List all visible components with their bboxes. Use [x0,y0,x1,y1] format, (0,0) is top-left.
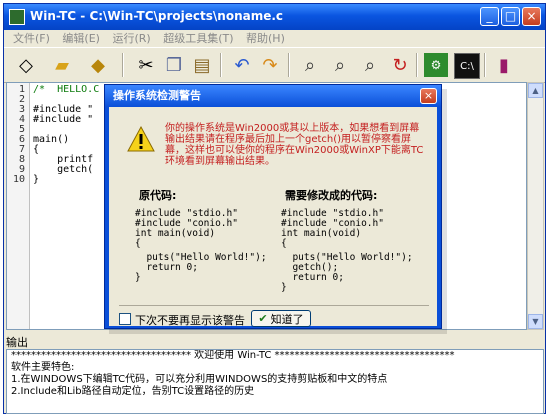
code-line: } [33,174,40,185]
code-line: } [281,282,287,293]
warning-dialog: 操作系统检测警告 × 你的操作系统是Win2000或其以上版本，如果想看到屏幕输… [104,84,442,329]
app-icon [9,9,25,25]
output-line: 2.Include和Lib路径自动定位，告别TC设置路径的历史 [11,386,255,397]
refresh-icon[interactable]: ↻ [388,53,412,77]
scroll-up-icon[interactable]: ▲ [528,83,543,98]
menu-tools[interactable]: 超级工具集(T) [163,32,233,45]
dont-show-checkbox[interactable] [119,313,131,325]
output-header: 输出 [6,336,28,349]
toolbar-separator [416,53,418,77]
output-panel[interactable]: ************************************ 欢迎使… [6,349,544,414]
ok-button[interactable]: ✔ 知道了 [251,310,311,327]
close-icon[interactable]: × [522,7,541,26]
line-number: 10 [12,174,25,185]
output-line: ************************************ 欢迎使… [11,350,455,361]
code-line: int main(void) [135,228,216,239]
maximize-icon[interactable]: □ [501,7,520,26]
open-icon[interactable]: ▰ [50,53,74,77]
modified-code-header: 需要修改成的代码: [285,189,378,202]
find-next-icon[interactable]: ⌕ [328,53,352,77]
toolbar-separator [288,53,290,77]
run-icon[interactable]: C:\ [454,53,480,79]
code-line: return 0; [281,272,344,283]
close-icon[interactable]: × [420,88,437,104]
menu-help[interactable]: 帮助(H) [246,32,285,45]
output-line: 1.在WINDOWS下编辑TC代码，可以充分利用WINDOWS的支持剪贴板和中文… [11,374,388,385]
new-icon[interactable]: ◇ [14,53,38,77]
scroll-down-icon[interactable]: ▼ [528,314,543,329]
vertical-scrollbar[interactable]: ▲ ▼ [527,82,544,330]
paste-icon[interactable]: ▤ [190,53,214,77]
minimize-icon[interactable]: _ [480,7,499,26]
check-icon: ✔ [258,312,268,325]
save-icon[interactable]: ◆ [86,53,110,77]
menu-file[interactable]: 文件(F) [13,32,50,45]
warning-icon [127,125,155,152]
window-title: Win-TC - C:\Win-TC\projects\noname.c [30,9,284,23]
ok-button-label: 知道了 [270,312,304,326]
replace-icon[interactable]: ⌕ [358,53,382,77]
output-line: 软件主要特色: [11,362,75,373]
compile-icon[interactable]: ⚙ [424,53,448,77]
dialog-body: 你的操作系统是Win2000或其以上版本，如果想看到屏幕输出结果请在程序最后加上… [109,107,437,328]
toolbar: ◇ ▰ ◆ ✂ ❐ ▤ ↶ ↷ ⌕ ⌕ ⌕ ↻ ⚙ C:\ ▮ [4,47,545,83]
find-icon[interactable]: ⌕ [298,53,322,77]
redo-icon[interactable]: ↷ [258,53,282,77]
toolbar-separator [484,53,486,77]
code-line: { [281,238,287,249]
toolbar-separator [122,53,124,77]
title-bar: Win-TC - C:\Win-TC\projects\noname.c _ □… [4,4,545,30]
dont-show-label[interactable]: 下次不要再显示该警告 [135,312,245,328]
original-code-header: 原代码: [139,189,177,202]
undo-icon[interactable]: ↶ [230,53,254,77]
code-line: } [135,272,141,283]
dialog-title: 操作系统检测警告 [105,85,441,107]
code-line: getch( [33,164,94,175]
menu-edit[interactable]: 编辑(E) [62,32,100,45]
copy-icon[interactable]: ❐ [162,53,186,77]
dialog-divider [119,305,429,306]
code-line: #include " [33,114,94,125]
cut-icon[interactable]: ✂ [134,53,158,77]
code-line: return 0; [135,262,198,273]
toolbar-separator [220,53,222,77]
dialog-message: 你的操作系统是Win2000或其以上版本，如果想看到屏幕输出结果请在程序最后加上… [165,123,424,167]
code-line: { [135,238,141,249]
menu-run[interactable]: 运行(R) [112,32,150,45]
code-line: int main(void) [281,228,362,239]
help-book-icon[interactable]: ▮ [492,53,516,77]
menu-bar: 文件(F) 编辑(E) 运行(R) 超级工具集(T) 帮助(H) [4,30,545,47]
